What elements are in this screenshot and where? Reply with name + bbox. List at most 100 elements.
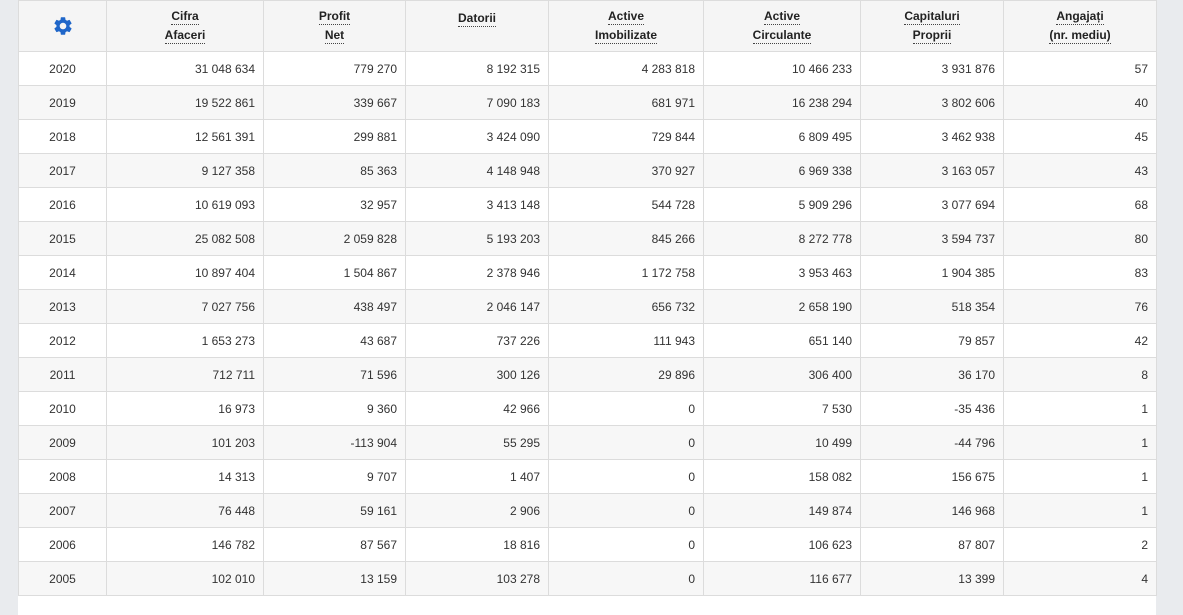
- cell-angajati: 1: [1003, 459, 1157, 494]
- cell-year: 2011: [18, 357, 107, 392]
- cell-profit-net: -113 904: [263, 425, 406, 460]
- settings-header-cell[interactable]: [18, 0, 107, 52]
- gear-icon[interactable]: [52, 15, 74, 37]
- cell-capitaluri-proprii: 13 399: [860, 561, 1004, 596]
- table-row: 2019 19 522 861 339 667 7 090 183 681 971 16 …: [18, 85, 1157, 120]
- cell-year: 2008: [18, 459, 107, 494]
- cell-profit-net: 71 596: [263, 357, 406, 392]
- cell-profit-net: 85 363: [263, 153, 406, 188]
- cell-active-circulante: 7 530: [703, 391, 861, 426]
- cell-active-circulante: 10 466 233: [703, 51, 861, 86]
- cell-active-circulante: 306 400: [703, 357, 861, 392]
- cell-active-circulante: 8 272 778: [703, 221, 861, 256]
- table-row: 2008 14 313 9 707 1 407 0 158 082 156 675 1: [18, 459, 1157, 494]
- cell-profit-net: 2 059 828: [263, 221, 406, 256]
- cell-profit-net: 59 161: [263, 493, 406, 528]
- table-row: 2018 12 561 391 299 881 3 424 090 729 844 6 8…: [18, 119, 1157, 154]
- cell-active-circulante: 116 677: [703, 561, 861, 596]
- table-row: 2020 31 048 634 779 270 8 192 315 4 283 818 1…: [18, 51, 1157, 86]
- table-row: 2015 25 082 508 2 059 828 5 193 203 845 266 8…: [18, 221, 1157, 256]
- cell-profit-net: 1 504 867: [263, 255, 406, 290]
- cell-active-imobilizate: 0: [548, 425, 704, 460]
- header-active-imobilizate[interactable]: Active Imobilizate: [548, 0, 704, 52]
- cell-cifra-afaceri: 12 561 391: [106, 119, 264, 154]
- cell-capitaluri-proprii: 3 163 057: [860, 153, 1004, 188]
- table-row: 2006 146 782 87 567 18 816 0 106 623 87 807 2: [18, 527, 1157, 562]
- header-datorii[interactable]: Datorii: [405, 0, 549, 52]
- cell-capitaluri-proprii: 146 968: [860, 493, 1004, 528]
- cell-active-circulante: 6 809 495: [703, 119, 861, 154]
- cell-cifra-afaceri: 25 082 508: [106, 221, 264, 256]
- cell-capitaluri-proprii: 156 675: [860, 459, 1004, 494]
- cell-cifra-afaceri: 101 203: [106, 425, 264, 460]
- table-body: 2020 31 048 634 779 270 8 192 315 4 283 818 1…: [18, 51, 1157, 596]
- cell-profit-net: 43 687: [263, 323, 406, 358]
- cell-angajati: 1: [1003, 493, 1157, 528]
- table-row: 2011 712 711 71 596 300 126 29 896 306 400 36 …: [18, 357, 1157, 392]
- cell-cifra-afaceri: 16 973: [106, 391, 264, 426]
- cell-capitaluri-proprii: 3 931 876: [860, 51, 1004, 86]
- cell-angajati: 80: [1003, 221, 1157, 256]
- cell-active-imobilizate: 111 943: [548, 323, 704, 358]
- cell-datorii: 1 407: [405, 459, 549, 494]
- cell-angajati: 1: [1003, 425, 1157, 460]
- cell-active-imobilizate: 370 927: [548, 153, 704, 188]
- table-row: 2016 10 619 093 32 957 3 413 148 544 728 5 90…: [18, 187, 1157, 222]
- financial-table: Cifra Afaceri Profit Net Datorii Active Imo…: [18, 0, 1157, 596]
- cell-active-imobilizate: 0: [548, 493, 704, 528]
- header-profit-net[interactable]: Profit Net: [263, 0, 406, 52]
- cell-datorii: 42 966: [405, 391, 549, 426]
- cell-capitaluri-proprii: 79 857: [860, 323, 1004, 358]
- cell-capitaluri-proprii: 3 462 938: [860, 119, 1004, 154]
- header-angajati[interactable]: Angajați (nr. mediu): [1003, 0, 1157, 52]
- header-active-circulante[interactable]: Active Circulante: [703, 0, 861, 52]
- cell-year: 2017: [18, 153, 107, 188]
- cell-angajati: 57: [1003, 51, 1157, 86]
- cell-angajati: 68: [1003, 187, 1157, 222]
- cell-profit-net: 9 707: [263, 459, 406, 494]
- cell-capitaluri-proprii: -35 436: [860, 391, 1004, 426]
- cell-datorii: 55 295: [405, 425, 549, 460]
- cell-active-imobilizate: 0: [548, 527, 704, 562]
- cell-year: 2006: [18, 527, 107, 562]
- cell-cifra-afaceri: 76 448: [106, 493, 264, 528]
- cell-datorii: 18 816: [405, 527, 549, 562]
- cell-angajati: 76: [1003, 289, 1157, 324]
- cell-datorii: 3 413 148: [405, 187, 549, 222]
- table-row: 2007 76 448 59 161 2 906 0 149 874 146 968 1: [18, 493, 1157, 528]
- cell-profit-net: 438 497: [263, 289, 406, 324]
- cell-active-imobilizate: 4 283 818: [548, 51, 704, 86]
- cell-datorii: 5 193 203: [405, 221, 549, 256]
- cell-active-imobilizate: 681 971: [548, 85, 704, 120]
- cell-capitaluri-proprii: 3 802 606: [860, 85, 1004, 120]
- cell-datorii: 300 126: [405, 357, 549, 392]
- cell-profit-net: 32 957: [263, 187, 406, 222]
- table-row: 2005 102 010 13 159 103 278 0 116 677 13 399 4: [18, 561, 1157, 596]
- financial-data-panel: Cifra Afaceri Profit Net Datorii Active Imo…: [18, 0, 1157, 615]
- cell-year: 2012: [18, 323, 107, 358]
- cell-profit-net: 13 159: [263, 561, 406, 596]
- header-capitaluri-proprii[interactable]: Capitaluri Proprii: [860, 0, 1004, 52]
- cell-year: 2005: [18, 561, 107, 596]
- cell-cifra-afaceri: 102 010: [106, 561, 264, 596]
- cell-active-circulante: 3 953 463: [703, 255, 861, 290]
- cell-cifra-afaceri: 7 027 756: [106, 289, 264, 324]
- cell-year: 2009: [18, 425, 107, 460]
- cell-active-circulante: 10 499: [703, 425, 861, 460]
- table-row: 2014 10 897 404 1 504 867 2 378 946 1 172 75…: [18, 255, 1157, 290]
- header-cifra-afaceri[interactable]: Cifra Afaceri: [106, 0, 264, 52]
- cell-year: 2020: [18, 51, 107, 86]
- cell-profit-net: 339 667: [263, 85, 406, 120]
- cell-angajati: 4: [1003, 561, 1157, 596]
- cell-datorii: 103 278: [405, 561, 549, 596]
- cell-year: 2010: [18, 391, 107, 426]
- cell-active-circulante: 2 658 190: [703, 289, 861, 324]
- cell-active-circulante: 6 969 338: [703, 153, 861, 188]
- table-row: 2010 16 973 9 360 42 966 0 7 530 -35 436 1: [18, 391, 1157, 426]
- table-row: 2009 101 203 -113 904 55 295 0 10 499 -44 796 1: [18, 425, 1157, 460]
- cell-year: 2019: [18, 85, 107, 120]
- cell-datorii: 3 424 090: [405, 119, 549, 154]
- cell-active-circulante: 5 909 296: [703, 187, 861, 222]
- cell-active-circulante: 149 874: [703, 493, 861, 528]
- cell-angajati: 42: [1003, 323, 1157, 358]
